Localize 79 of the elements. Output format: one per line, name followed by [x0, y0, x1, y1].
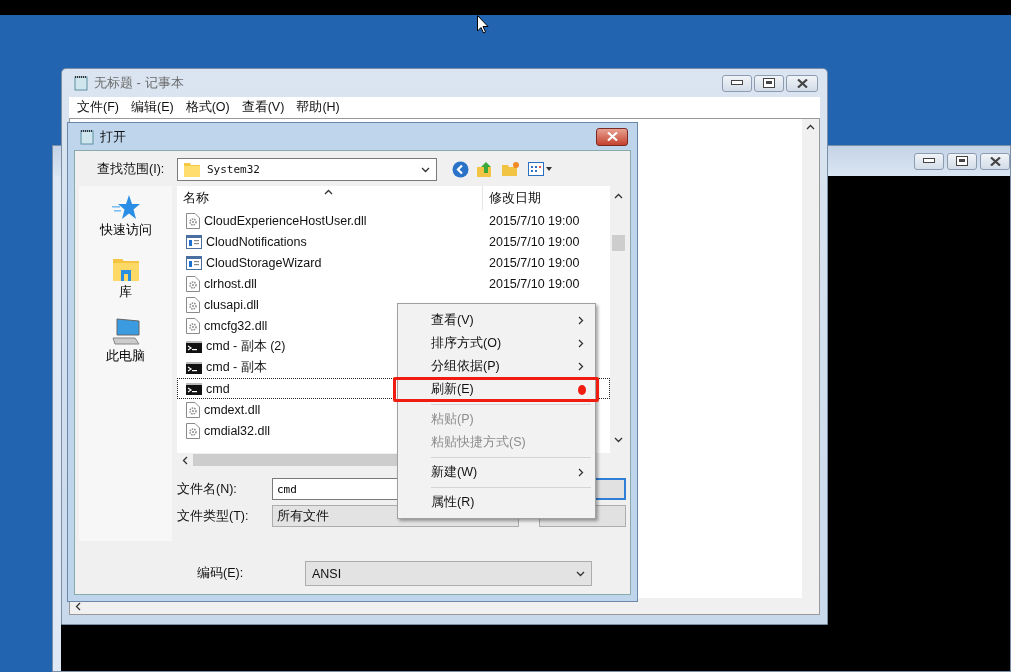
file-date: 2015/7/10 19:00 — [488, 213, 580, 228]
maximize-icon — [763, 78, 775, 88]
file-name[interactable]: cmd — [206, 381, 230, 396]
view-menu-icon[interactable] — [528, 162, 552, 176]
menu-item[interactable]: 分组依据(P) — [398, 355, 595, 378]
window-icon — [186, 255, 202, 270]
vertical-scrollbar[interactable] — [802, 119, 819, 598]
column-header[interactable]: 名称 — [177, 186, 482, 210]
computer-icon — [110, 318, 141, 346]
menu-item[interactable]: 排序方式(O) — [398, 332, 595, 355]
star-icon — [111, 194, 140, 220]
gear-file-icon — [186, 296, 200, 313]
file-name[interactable]: cmdext.dll — [204, 402, 261, 417]
file-name[interactable]: cmd - 副本 (2) — [206, 338, 286, 355]
file-name[interactable]: CloudExperienceHostUser.dll — [204, 213, 367, 228]
close-icon — [606, 132, 618, 141]
scroll-thumb[interactable] — [612, 235, 625, 251]
dialog-title: 打开 — [100, 127, 127, 146]
minimize-icon — [731, 80, 743, 86]
minimize-icon — [923, 158, 935, 164]
encoding-label: 编码(E): — [197, 565, 245, 582]
console-icon — [186, 340, 202, 353]
file-date: 2015/7/10 19:00 — [488, 276, 580, 291]
scroll-left-icon[interactable] — [181, 455, 190, 465]
gear-file-icon — [186, 401, 200, 418]
place-item[interactable]: 此电脑 — [104, 316, 147, 370]
file-name[interactable]: CloudStorageWizard — [206, 255, 322, 270]
encoding-dropdown[interactable]: ANSI — [305, 561, 592, 586]
minimize-button[interactable] — [914, 152, 944, 170]
notepad-icon — [80, 128, 94, 145]
file-name-label: 文件名(N): — [177, 480, 238, 498]
file-name[interactable]: clusapi.dll — [204, 297, 259, 312]
console-icon — [186, 361, 202, 374]
close-button[interactable] — [980, 152, 1010, 170]
menu-item[interactable]: 文件(F) — [71, 99, 125, 116]
gear-file-icon — [186, 317, 200, 334]
sort-caret-icon[interactable] — [324, 188, 333, 197]
menu-item[interactable]: 帮助(H) — [290, 99, 346, 116]
close-icon — [989, 156, 1001, 166]
maximize-button[interactable] — [754, 74, 784, 92]
console-icon — [186, 382, 202, 395]
file-name[interactable]: CloudNotifications — [206, 234, 307, 249]
look-in-dropdown[interactable]: System32 — [177, 157, 437, 181]
file-date: 2015/7/10 19:00 — [488, 255, 580, 270]
notepad-icon — [74, 75, 88, 91]
scroll-up-icon[interactable] — [614, 192, 623, 201]
scroll-up-icon[interactable] — [806, 123, 815, 132]
file-name[interactable]: clrhost.dll — [204, 276, 257, 291]
menu-item[interactable]: 编辑(E) — [124, 99, 180, 116]
folder-icon — [184, 161, 200, 177]
gear-file-icon — [186, 275, 200, 292]
file-date: 2015/7/10 19:00 — [488, 234, 580, 249]
menu-item[interactable]: 格式(O) — [179, 99, 236, 116]
file-name[interactable]: cmd - 副本 — [206, 359, 267, 376]
file-name[interactable]: cmdial32.dll — [204, 423, 270, 438]
window-icon — [186, 234, 202, 249]
menu-item[interactable]: 查看(V) — [398, 309, 595, 332]
marker-dot — [578, 385, 586, 395]
gear-file-icon — [186, 212, 200, 229]
library-folder-icon — [111, 256, 140, 282]
minimize-button[interactable] — [722, 74, 752, 92]
cursor-icon — [477, 15, 489, 34]
maximize-button[interactable] — [947, 152, 977, 170]
file-name[interactable]: cmcfg32.dll — [204, 318, 268, 333]
menu-item[interactable]: 查看(V) — [235, 99, 291, 116]
look-in-label: 查找范围(I): — [97, 160, 166, 178]
close-button[interactable] — [786, 74, 818, 92]
scroll-down-icon[interactable] — [614, 435, 623, 444]
window-title: 无标题 - 记事本 — [94, 74, 185, 92]
up-folder-icon[interactable] — [477, 160, 494, 178]
close-button[interactable] — [596, 127, 628, 146]
place-item[interactable]: 快速访问 — [97, 192, 154, 246]
back-icon[interactable] — [452, 160, 469, 178]
close-icon — [796, 78, 808, 88]
gear-file-icon — [186, 422, 200, 439]
place-item[interactable]: 库 — [109, 254, 142, 308]
file-type-label: 文件类型(T): — [177, 507, 250, 525]
menu-item[interactable]: 刷新(E) — [398, 378, 595, 401]
maximize-icon — [956, 156, 968, 166]
